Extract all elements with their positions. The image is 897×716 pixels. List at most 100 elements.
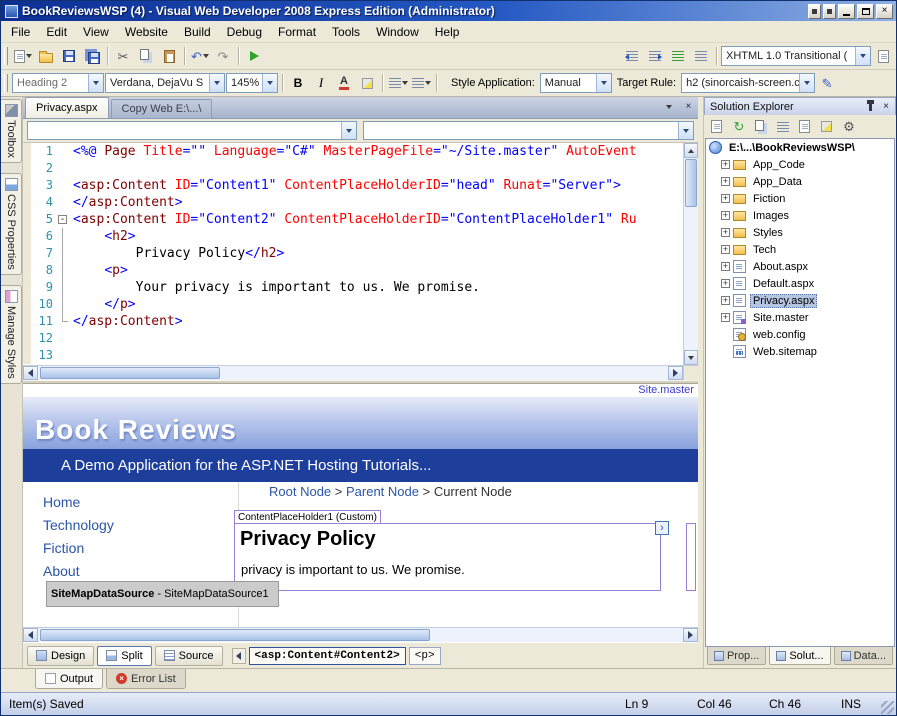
scrollbar-track[interactable] bbox=[38, 628, 683, 642]
menu-item-tools[interactable]: Tools bbox=[324, 23, 368, 41]
code-text[interactable]: <%@ Page Title="" Language="C#" MasterPa… bbox=[70, 143, 637, 160]
view-designer-button[interactable] bbox=[818, 118, 836, 136]
scrollbar-track[interactable] bbox=[38, 366, 668, 380]
code-lines[interactable]: 1<%@ Page Title="" Language="C#" MasterP… bbox=[23, 143, 683, 365]
code-line[interactable]: 11</asp:Content> bbox=[23, 313, 683, 330]
copy-website-button[interactable] bbox=[752, 118, 770, 136]
title-extra-button[interactable] bbox=[808, 4, 821, 19]
left-tab-styles[interactable]: Manage Styles bbox=[1, 285, 22, 384]
properties-button[interactable] bbox=[708, 118, 726, 136]
code-line[interactable]: 7 Privacy Policy</h2> bbox=[23, 245, 683, 262]
combo-arrow-icon[interactable] bbox=[799, 74, 814, 92]
tag-navigator-item[interactable]: <asp:Content#Content2> bbox=[249, 647, 406, 665]
design-horizontal-scrollbar[interactable] bbox=[23, 627, 698, 642]
tree-item[interactable]: web.config bbox=[706, 326, 894, 343]
nav-link-about[interactable]: About bbox=[43, 563, 114, 579]
code-text[interactable] bbox=[70, 330, 73, 347]
tree-item[interactable]: Web.sitemap bbox=[706, 343, 894, 360]
smart-tag-button[interactable]: › bbox=[655, 521, 669, 535]
code-text[interactable] bbox=[70, 347, 73, 364]
content-placeholder-label[interactable]: ContentPlaceHolder1 (Custom) bbox=[234, 510, 381, 524]
design-view-button[interactable]: Design bbox=[27, 646, 94, 666]
code-line[interactable]: 3<asp:Content ID="Content1" ContentPlace… bbox=[23, 177, 683, 194]
font-family-combo[interactable]: Verdana, DejaVu S bbox=[105, 73, 225, 93]
code-text[interactable]: Your privacy is important to us. We prom… bbox=[70, 279, 480, 296]
restore-button[interactable] bbox=[857, 4, 874, 19]
document-tab[interactable]: Privacy.aspx bbox=[25, 97, 109, 118]
design-view[interactable]: Site.master Book Reviews A Demo Applicat… bbox=[23, 384, 698, 627]
site-header-band[interactable]: Book Reviews bbox=[23, 397, 698, 449]
left-tab-toolbox[interactable]: Toolbox bbox=[1, 99, 22, 163]
fold-margin[interactable]: - bbox=[57, 211, 70, 228]
cut-button[interactable]: ✂ bbox=[112, 45, 134, 67]
bold-button[interactable]: B bbox=[287, 72, 309, 94]
minimize-button[interactable] bbox=[838, 4, 855, 19]
doctype-combo[interactable]: XHTML 1.0 Transitional ( bbox=[721, 46, 871, 66]
source-editor[interactable]: 1<%@ Page Title="" Language="C#" MasterP… bbox=[23, 143, 698, 365]
toolbar-grip[interactable] bbox=[4, 47, 8, 65]
nav-link-technology[interactable]: Technology bbox=[43, 517, 114, 533]
split-view-button[interactable]: Split bbox=[97, 646, 151, 666]
font-color-button[interactable]: A bbox=[333, 72, 355, 94]
sitemapdatasource-control[interactable]: SiteMapDataSource - SiteMapDataSource1 bbox=[46, 581, 279, 607]
content-paragraph[interactable]: privacy is important to us. We promise. bbox=[241, 562, 660, 577]
nav-link-fiction[interactable]: Fiction bbox=[43, 540, 114, 556]
left-tab-cssprops[interactable]: CSS Properties bbox=[1, 173, 22, 275]
save-all-button[interactable] bbox=[81, 45, 103, 67]
code-text[interactable]: </asp:Content> bbox=[70, 313, 183, 330]
style-sheet-button[interactable] bbox=[872, 45, 894, 67]
expander-icon[interactable]: + bbox=[721, 262, 730, 271]
expander-icon[interactable]: + bbox=[721, 296, 730, 305]
tab-list-dropdown-button[interactable] bbox=[662, 100, 677, 114]
new-style-button[interactable]: ✎ bbox=[816, 72, 838, 94]
aspnet-configuration-button[interactable]: ⚙ bbox=[840, 118, 858, 136]
toolbar-grip[interactable] bbox=[4, 74, 8, 92]
close-panel-button[interactable]: × bbox=[879, 100, 893, 113]
code-line[interactable]: 4</asp:Content> bbox=[23, 194, 683, 211]
menu-item-window[interactable]: Window bbox=[368, 23, 427, 41]
collapse-icon[interactable]: - bbox=[58, 215, 67, 224]
auto-hide-pin-button[interactable] bbox=[863, 100, 877, 113]
tree-item[interactable]: +Styles bbox=[706, 224, 894, 241]
block-format-combo[interactable]: Heading 2 bbox=[12, 73, 104, 93]
tool-window-tab[interactable]: Prop... bbox=[707, 647, 766, 665]
menu-item-edit[interactable]: Edit bbox=[38, 23, 75, 41]
document-tab[interactable]: Copy Web E:\...\ bbox=[111, 99, 213, 118]
menu-item-help[interactable]: Help bbox=[427, 23, 468, 41]
tree-item[interactable]: +Fiction bbox=[706, 190, 894, 207]
save-button[interactable] bbox=[58, 45, 80, 67]
code-text[interactable]: <h2> bbox=[70, 228, 136, 245]
add-new-item-button[interactable] bbox=[12, 45, 34, 67]
tool-window-tab[interactable]: Solut... bbox=[769, 647, 830, 665]
site-subtitle-banner[interactable]: A Demo Application for the ASP.NET Hosti… bbox=[23, 449, 698, 482]
italic-button[interactable]: I bbox=[310, 72, 332, 94]
refresh-button[interactable]: ↻ bbox=[730, 118, 748, 136]
code-text[interactable]: <asp:Content ID="Content2" ContentPlaceH… bbox=[70, 211, 637, 228]
code-line[interactable]: 2 bbox=[23, 160, 683, 177]
expander-icon[interactable]: + bbox=[721, 228, 730, 237]
alignment-button[interactable] bbox=[387, 72, 409, 94]
scrollbar-thumb[interactable] bbox=[40, 629, 430, 641]
expander-icon[interactable]: + bbox=[721, 194, 730, 203]
title-extra-button-2[interactable] bbox=[823, 4, 836, 19]
tree-item[interactable]: +Privacy.aspx bbox=[706, 292, 894, 309]
expander-icon[interactable]: + bbox=[721, 313, 730, 322]
combo-arrow-icon[interactable] bbox=[855, 47, 870, 65]
undo-button[interactable]: ↶ bbox=[189, 45, 211, 67]
placeholder-edge-region[interactable] bbox=[686, 523, 696, 591]
site-title[interactable]: Book Reviews bbox=[35, 414, 237, 446]
close-button[interactable]: × bbox=[876, 4, 893, 19]
master-page-label[interactable]: Site.master bbox=[638, 384, 694, 396]
scroll-right-button[interactable] bbox=[683, 628, 698, 642]
expander-icon[interactable]: + bbox=[721, 160, 730, 169]
tree-item[interactable]: +About.aspx bbox=[706, 258, 894, 275]
expander-icon[interactable]: + bbox=[721, 279, 730, 288]
menu-item-website[interactable]: Website bbox=[117, 23, 176, 41]
content-placeholder-region[interactable]: Privacy Policy privacy is important to u… bbox=[234, 523, 661, 591]
resize-grip[interactable] bbox=[881, 701, 894, 714]
code-text[interactable]: <asp:Content ID="Content1" ContentPlaceH… bbox=[70, 177, 621, 194]
target-rule-combo[interactable]: h2 (sinorcaish-screen.cs bbox=[681, 73, 815, 93]
scrollbar-thumb[interactable] bbox=[685, 159, 697, 207]
scroll-down-button[interactable] bbox=[684, 350, 698, 365]
editor-vertical-scrollbar[interactable] bbox=[683, 143, 698, 365]
